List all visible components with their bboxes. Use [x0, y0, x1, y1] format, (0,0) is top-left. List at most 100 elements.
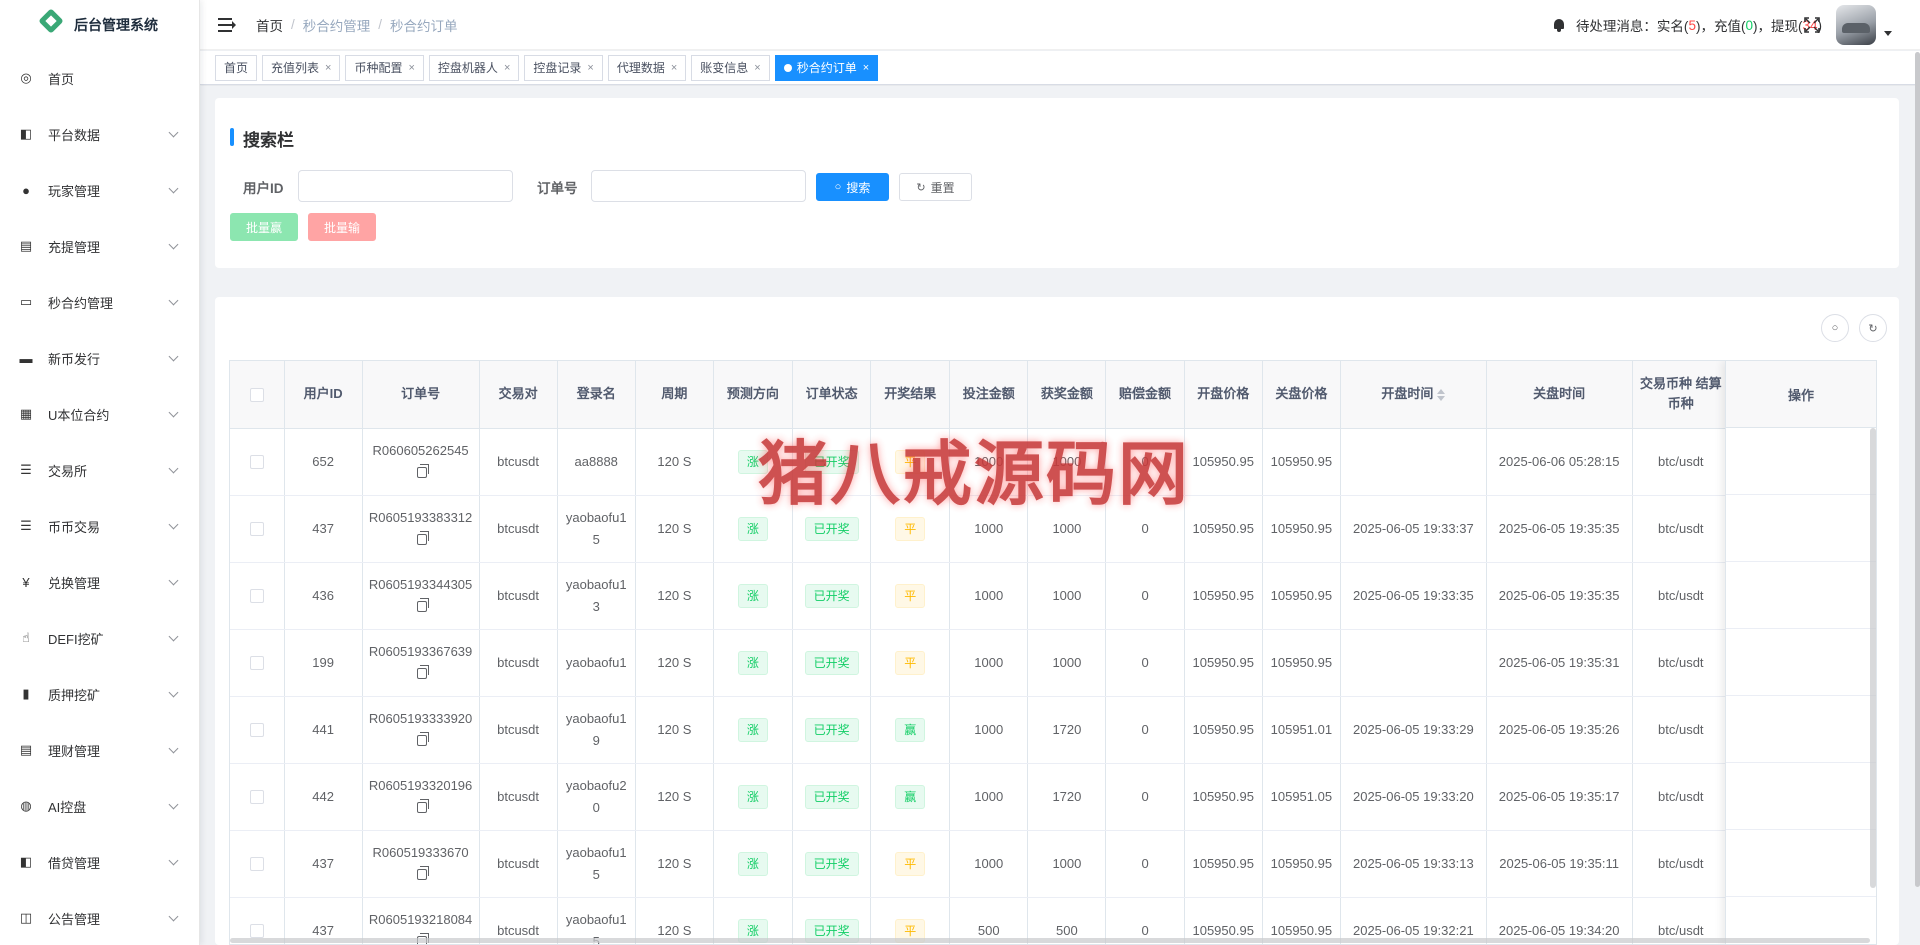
close-icon[interactable]: ×: [671, 62, 677, 74]
cell-close: 105950.95: [1262, 428, 1341, 496]
copy-icon[interactable]: [417, 798, 430, 813]
close-icon[interactable]: ×: [754, 62, 760, 74]
sidebar-item-13[interactable]: ◍ AI控盘: [0, 778, 199, 834]
tab-4[interactable]: 控盘记录 ×: [524, 54, 603, 81]
sort-icon[interactable]: [1437, 388, 1446, 401]
sidebar-item-14[interactable]: ◧ 借贷管理: [0, 834, 199, 890]
row-checkbox[interactable]: [249, 723, 264, 738]
sidebar-item-1[interactable]: ◧ 平台数据: [0, 106, 199, 162]
watermark: 猪八戒源码网: [758, 432, 1190, 515]
table-horizontal-scrollbar[interactable]: [230, 938, 1870, 943]
chevron-down-icon: [168, 127, 179, 137]
sidebar-item-label: 交易所: [48, 463, 88, 479]
cell-uid: 437: [284, 495, 363, 563]
pending-messages: 待处理消息：实名(5)，充值(0)，提现(34): [1552, 15, 1822, 35]
sidebar-item-0[interactable]: ◎ 首页: [0, 50, 199, 106]
tab-label: 控盘记录: [533, 61, 582, 75]
cell-close_time: 2025-06-05 19:35:35: [1486, 495, 1633, 563]
search-button[interactable]: ○ 搜索: [816, 173, 889, 201]
sidebar-item-6[interactable]: ▦ U本位合约: [0, 386, 199, 442]
cell-close: 105951.01: [1262, 696, 1341, 764]
batch-lose-button[interactable]: 批量输: [308, 213, 376, 241]
row-checkbox[interactable]: [249, 790, 264, 805]
sidebar-item-label: 理财管理: [48, 743, 101, 759]
tab-label: 账变信息: [700, 61, 749, 75]
close-icon[interactable]: ×: [587, 62, 593, 74]
search-icon: ○: [834, 181, 842, 193]
chevron-down-icon: [168, 407, 179, 417]
row-checkbox[interactable]: [249, 522, 264, 537]
close-icon[interactable]: ×: [408, 62, 414, 74]
dir-tag: 涨: [737, 784, 768, 809]
refresh-button[interactable]: ↻: [1859, 314, 1887, 342]
cell-dir: 涨: [713, 629, 793, 697]
tab-6[interactable]: 账变信息 ×: [691, 54, 770, 81]
app-logo[interactable]: 后台管理系统: [0, 0, 199, 50]
sidebar-item-15[interactable]: ◫ 公告管理: [0, 890, 199, 945]
cell-dir: 涨: [713, 763, 793, 831]
sidebar-item-3[interactable]: ▤ 充提管理: [0, 218, 199, 274]
row-checkbox[interactable]: [249, 924, 264, 939]
cell-pair: btcusdt: [479, 629, 558, 697]
sidebar-item-12[interactable]: ▤ 理财管理: [0, 722, 199, 778]
sidebar-item-11[interactable]: ▮ 质押挖矿: [0, 666, 199, 722]
clipboard-icon: ▤: [19, 238, 33, 253]
copy-icon[interactable]: [417, 731, 430, 746]
caret-down-icon[interactable]: [1884, 31, 1892, 36]
copy-icon[interactable]: [417, 865, 430, 880]
cell-win: 1720: [1027, 763, 1107, 831]
batch-win-button[interactable]: 批量赢: [230, 213, 298, 241]
tab-1[interactable]: 充值列表 ×: [262, 54, 341, 81]
bell-icon[interactable]: [1552, 18, 1566, 32]
cell-coin: btc/usdt: [1632, 562, 1731, 630]
cell-status: 已开奖: [792, 629, 872, 697]
select-all-checkbox[interactable]: [249, 387, 264, 402]
tab-5[interactable]: 代理数据 ×: [607, 54, 687, 81]
reset-button[interactable]: ↻ 重置: [899, 173, 972, 201]
close-icon[interactable]: ×: [325, 62, 331, 74]
table-vertical-scrollbar[interactable]: [1870, 428, 1876, 888]
tab-0[interactable]: 首页: [215, 54, 258, 81]
cell-login: yaobaofu1: [557, 629, 636, 697]
realname-count[interactable]: 5: [1688, 18, 1696, 33]
close-icon[interactable]: ×: [504, 62, 510, 74]
page-scrollbar[interactable]: [1915, 52, 1920, 887]
sidebar-item-10[interactable]: ☝ DEFI挖矿: [0, 610, 199, 666]
row-checkbox[interactable]: [249, 589, 264, 604]
tab-2[interactable]: 币种配置 ×: [345, 54, 424, 81]
cell-pair: btcusdt: [479, 428, 558, 496]
toggle-search-button[interactable]: ○: [1821, 314, 1849, 342]
breadcrumb-item-home[interactable]: 首页: [256, 15, 283, 35]
order-no-input[interactable]: [591, 170, 806, 202]
copy-icon[interactable]: [417, 664, 430, 679]
cell-close_time: 2025-06-05 19:35:31: [1486, 629, 1633, 697]
sidebar-item-2[interactable]: ● 玩家管理: [0, 162, 199, 218]
copy-icon[interactable]: [417, 597, 430, 612]
sidebar-item-8[interactable]: ☰ 币币交易: [0, 498, 199, 554]
tab-7[interactable]: 秒合约订单 ×: [774, 54, 879, 81]
copy-icon[interactable]: [417, 463, 430, 478]
row-checkbox[interactable]: [249, 857, 264, 872]
sidebar-item-7[interactable]: ☰ 交易所: [0, 442, 199, 498]
dir-tag: 涨: [737, 516, 768, 541]
column-header-0: 用户ID: [284, 361, 363, 429]
user-id-input[interactable]: [298, 170, 513, 202]
close-icon[interactable]: ×: [863, 62, 869, 74]
cell-win: 1000: [1027, 629, 1107, 697]
recharge-count[interactable]: 0: [1745, 18, 1753, 33]
avatar[interactable]: [1836, 5, 1876, 45]
row-checkbox[interactable]: [249, 656, 264, 671]
sidebar-item-9[interactable]: ¥ 兑换管理: [0, 554, 199, 610]
fullscreen-icon[interactable]: [1804, 17, 1820, 33]
cell-order: R060519333670: [362, 830, 480, 898]
cell-period: 120 S: [635, 495, 714, 563]
sidebar-item-5[interactable]: ▬ 新币发行: [0, 330, 199, 386]
result-tag: 平: [895, 650, 926, 675]
column-header-13[interactable]: 开盘时间: [1340, 361, 1487, 429]
sidebar-item-4[interactable]: ▭ 秒合约管理: [0, 274, 199, 330]
hamburger-icon[interactable]: [218, 17, 236, 32]
copy-icon[interactable]: [417, 530, 430, 545]
operation-cell: [1726, 629, 1876, 696]
tab-3[interactable]: 控盘机器人 ×: [428, 54, 520, 81]
row-checkbox[interactable]: [249, 455, 264, 470]
